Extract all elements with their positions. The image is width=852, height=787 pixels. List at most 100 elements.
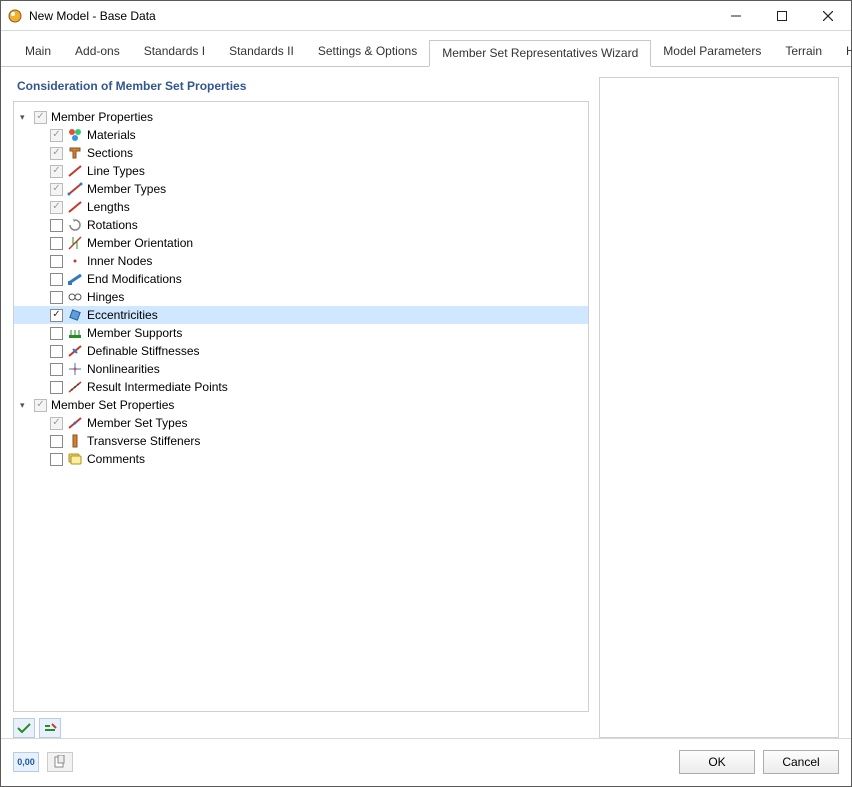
titlebar: New Model - Base Data [1, 1, 851, 31]
group-label: Member Set Properties [51, 398, 174, 412]
tree-group-1[interactable]: ▾ Member Set Properties [14, 396, 588, 414]
item-checkbox[interactable] [50, 435, 63, 448]
item-checkbox[interactable] [50, 237, 63, 250]
item-label: Line Types [87, 164, 145, 178]
group-checkbox [34, 399, 47, 412]
preview-panel [599, 77, 839, 738]
tab-standards-1[interactable]: Standards I [132, 39, 217, 66]
member-supports-icon [67, 325, 83, 341]
check-all-button[interactable] [13, 718, 35, 738]
dialog-footer: 0,00 OK Cancel [1, 738, 851, 784]
tree-item-1-1[interactable]: Transverse Stiffeners [14, 432, 588, 450]
clipboard-button[interactable] [47, 752, 73, 772]
item-label: Sections [87, 146, 133, 160]
materials-icon [67, 127, 83, 143]
maximize-button[interactable] [759, 1, 805, 31]
group-label: Member Properties [51, 110, 153, 124]
item-label: Materials [87, 128, 136, 142]
item-checkbox [50, 417, 63, 430]
tree-item-0-1[interactable]: Sections [14, 144, 588, 162]
close-button[interactable] [805, 1, 851, 31]
tree-item-0-9[interactable]: Hinges [14, 288, 588, 306]
item-label: Transverse Stiffeners [87, 434, 200, 448]
window-title: New Model - Base Data [29, 9, 713, 23]
ok-button[interactable]: OK [679, 750, 755, 774]
item-checkbox[interactable] [50, 219, 63, 232]
item-label: Nonlinearities [87, 362, 160, 376]
item-label: Hinges [87, 290, 124, 304]
tree-item-0-14[interactable]: Result Intermediate Points [14, 378, 588, 396]
units-button[interactable]: 0,00 [13, 752, 39, 772]
item-checkbox [50, 201, 63, 214]
item-checkbox[interactable] [50, 291, 63, 304]
tree-item-0-4[interactable]: Lengths [14, 198, 588, 216]
item-label: Member Set Types [87, 416, 188, 430]
line-types-icon [67, 163, 83, 179]
tree-item-0-13[interactable]: Nonlinearities [14, 360, 588, 378]
item-label: Member Types [87, 182, 166, 196]
tree-item-1-2[interactable]: Comments [14, 450, 588, 468]
item-checkbox[interactable] [50, 363, 63, 376]
tree-item-1-0[interactable]: Member Set Types [14, 414, 588, 432]
item-checkbox [50, 183, 63, 196]
tree-item-0-12[interactable]: Definable Stiffnesses [14, 342, 588, 360]
app-icon [7, 8, 23, 24]
tab-standards-2[interactable]: Standards II [217, 39, 306, 66]
orientation-icon [67, 235, 83, 251]
transverse-icon [67, 433, 83, 449]
item-label: Rotations [87, 218, 138, 232]
item-label: Member Orientation [87, 236, 193, 250]
chevron-down-icon[interactable]: ▾ [20, 112, 30, 123]
tab-addons[interactable]: Add-ons [63, 39, 132, 66]
tab-settings-options[interactable]: Settings & Options [306, 39, 429, 66]
nonlinearities-icon [67, 361, 83, 377]
tab-model-parameters[interactable]: Model Parameters [651, 39, 773, 66]
item-label: Member Supports [87, 326, 182, 340]
tree-group-0[interactable]: ▾ Member Properties [14, 108, 588, 126]
item-label: Definable Stiffnesses [87, 344, 200, 358]
item-checkbox[interactable] [50, 345, 63, 358]
member-set-types-icon [67, 415, 83, 431]
tree-item-0-6[interactable]: Member Orientation [14, 234, 588, 252]
stiffnesses-icon [67, 343, 83, 359]
item-checkbox[interactable] [50, 453, 63, 466]
item-label: Comments [87, 452, 145, 466]
item-checkbox [50, 129, 63, 142]
comments-icon [67, 451, 83, 467]
item-checkbox[interactable] [50, 255, 63, 268]
item-checkbox [50, 147, 63, 160]
member-types-icon [67, 181, 83, 197]
section-title: Consideration of Member Set Properties [13, 77, 589, 101]
lengths-icon [67, 199, 83, 215]
chevron-down-icon[interactable]: ▾ [20, 400, 30, 411]
minimize-button[interactable] [713, 1, 759, 31]
item-checkbox[interactable] [50, 273, 63, 286]
result-points-icon [67, 379, 83, 395]
item-checkbox[interactable] [50, 327, 63, 340]
tree-item-0-11[interactable]: Member Supports [14, 324, 588, 342]
eccentricities-icon [67, 307, 83, 323]
tree-item-0-3[interactable]: Member Types [14, 180, 588, 198]
hinges-icon [67, 289, 83, 305]
tab-member-set-rep-wizard[interactable]: Member Set Representatives Wizard [429, 40, 651, 67]
item-checkbox[interactable] [50, 309, 63, 322]
tab-terrain[interactable]: Terrain [773, 39, 834, 66]
tab-history[interactable]: History [834, 39, 852, 66]
tree-item-0-10[interactable]: Eccentricities [14, 306, 588, 324]
cancel-button[interactable]: Cancel [763, 750, 839, 774]
tree-item-0-7[interactable]: Inner Nodes [14, 252, 588, 270]
item-label: Eccentricities [87, 308, 158, 322]
tab-main[interactable]: Main [13, 39, 63, 66]
left-panel: Consideration of Member Set Properties ▾… [13, 77, 589, 738]
tree-tools [13, 718, 589, 738]
group-checkbox [34, 111, 47, 124]
tree-item-0-8[interactable]: End Modifications [14, 270, 588, 288]
rotations-icon [67, 217, 83, 233]
uncheck-all-button[interactable] [39, 718, 61, 738]
tree-item-0-2[interactable]: Line Types [14, 162, 588, 180]
tree-item-0-0[interactable]: Materials [14, 126, 588, 144]
content-area: Consideration of Member Set Properties ▾… [1, 67, 851, 738]
property-tree[interactable]: ▾ Member Properties Materials Sections Line … [13, 101, 589, 712]
tree-item-0-5[interactable]: Rotations [14, 216, 588, 234]
item-checkbox[interactable] [50, 381, 63, 394]
